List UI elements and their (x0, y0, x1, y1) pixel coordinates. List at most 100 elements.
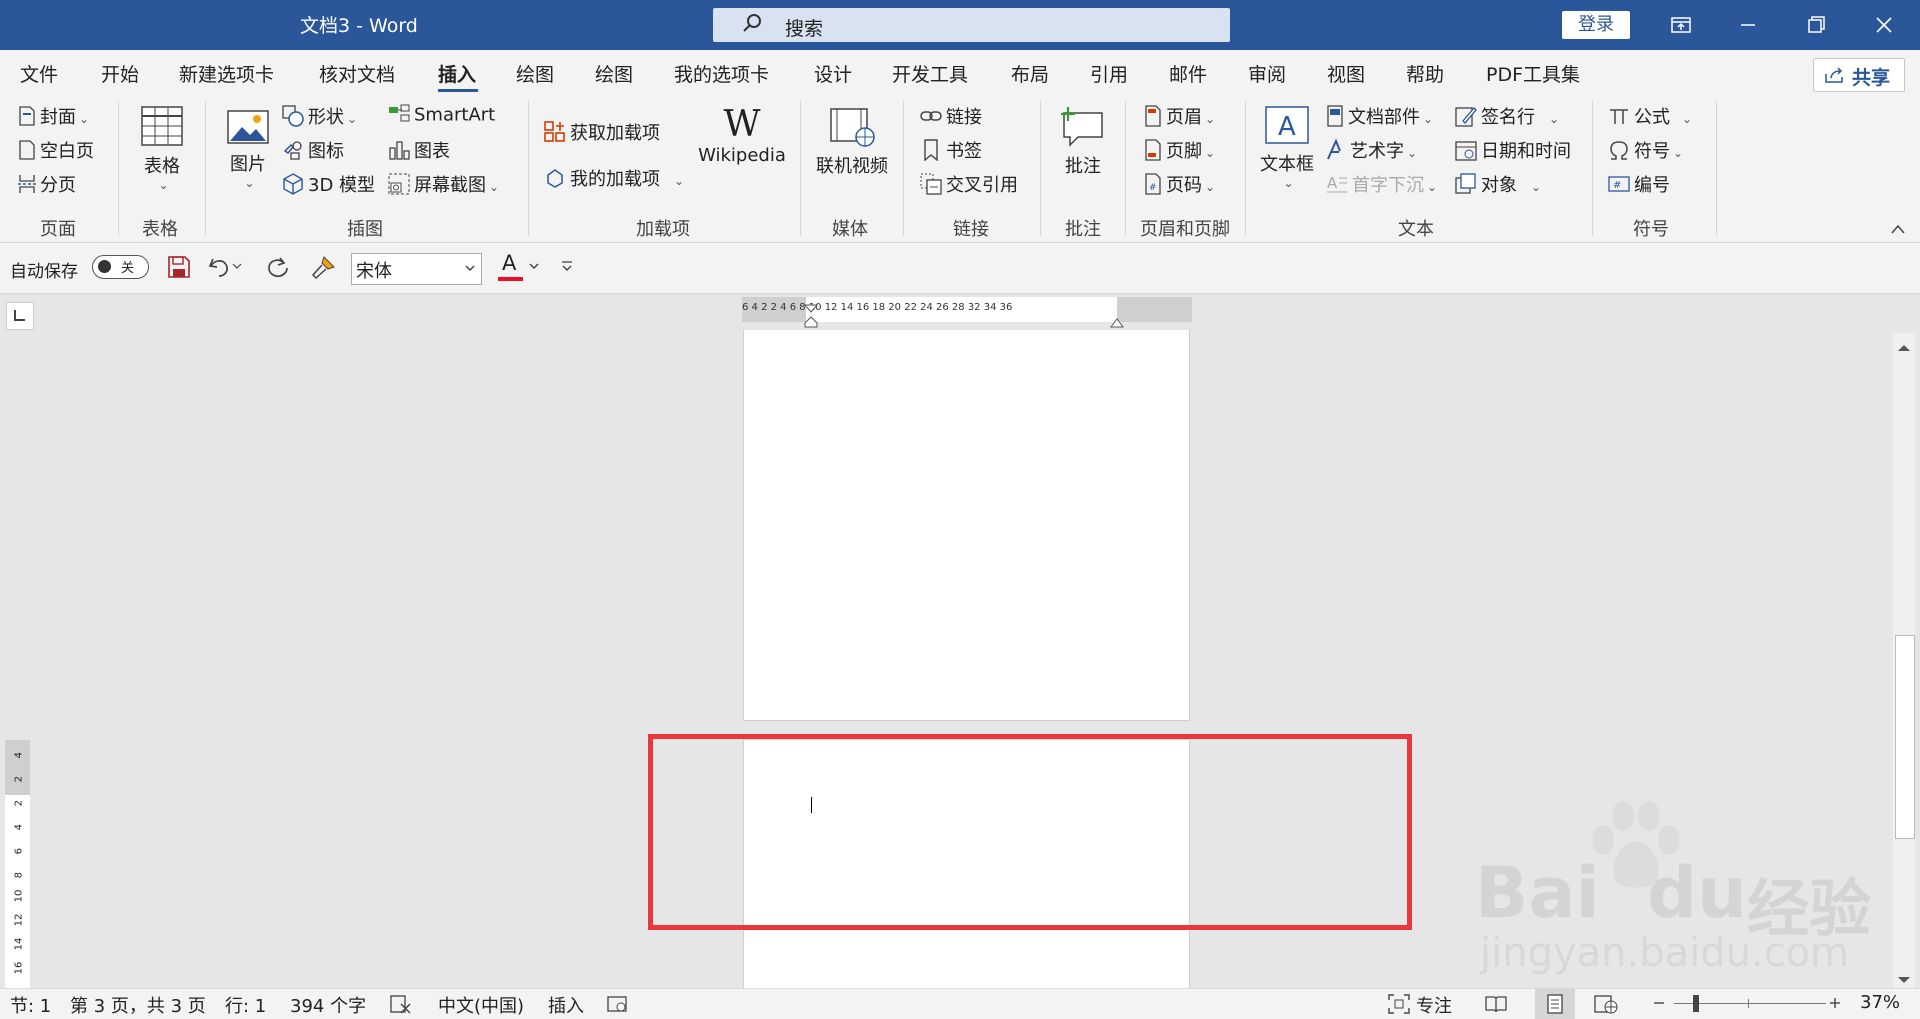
ribbon-display-options-icon[interactable] (1660, 10, 1700, 40)
tab-help[interactable]: 帮助 (1406, 60, 1444, 87)
close-icon[interactable] (1864, 10, 1904, 40)
proofing-icon[interactable] (390, 994, 412, 1019)
login-button[interactable]: 登录 (1562, 11, 1630, 39)
tab-view[interactable]: 视图 (1327, 60, 1365, 87)
signature-line-button[interactable]: 签名行 ⌄ (1455, 103, 1559, 132)
section-indicator[interactable]: 节: 1 (10, 992, 51, 1018)
group-label-header-footer: 页眉和页脚 (1140, 219, 1230, 240)
tab-new-tab[interactable]: 新建选项卡 (179, 60, 274, 87)
page-indicator[interactable]: 第 3 页，共 3 页 (70, 992, 206, 1018)
cover-page-button[interactable]: 封面 ⌄ (18, 103, 89, 131)
wikipedia-button[interactable]: W Wikipedia (698, 105, 786, 167)
page-number-button[interactable]: # 页码 ⌄ (1144, 171, 1215, 200)
vertical-ruler[interactable]: 4 2 2 4 6 8 10 12 14 16 (5, 740, 30, 988)
horizontal-ruler[interactable]: 6 4 2 2 4 6 8 10 12 14 16 18 20 22 24 26… (742, 297, 1192, 328)
document-page[interactable] (743, 330, 1190, 721)
online-video-icon (829, 108, 875, 152)
equation-button[interactable]: 公式 ⌄ (1608, 103, 1692, 131)
cross-reference-button[interactable]: 交叉引用 (920, 171, 1018, 200)
header-label: 页眉 (1166, 107, 1202, 128)
smartart-button[interactable]: SmartArt (388, 103, 495, 128)
link-button[interactable]: 链接 (920, 103, 982, 130)
tab-selector[interactable] (6, 302, 34, 330)
screenshot-label: 屏幕截图 (414, 175, 486, 196)
tab-mailings[interactable]: 邮件 (1169, 60, 1207, 87)
icons-button[interactable]: 图标 (282, 137, 344, 166)
tab-insert[interactable]: 插入 (438, 60, 476, 87)
save-icon[interactable] (167, 255, 191, 284)
font-color-swatch (498, 277, 523, 281)
focus-mode-label[interactable]: 专注 (1416, 992, 1452, 1018)
macro-record-icon[interactable] (607, 994, 629, 1019)
3d-models-label: 3D 模型 (308, 175, 376, 196)
tab-layout[interactable]: 布局 (1011, 60, 1049, 87)
customize-toolbar-icon[interactable] (560, 257, 574, 279)
shapes-button[interactable]: 形状 ⌄ (282, 103, 357, 132)
bookmark-button[interactable]: 书签 (920, 137, 982, 166)
undo-icon[interactable] (207, 255, 243, 284)
font-color-button[interactable]: A (498, 251, 524, 281)
tab-design[interactable]: 设计 (814, 60, 852, 87)
hanging-indent-marker[interactable] (804, 311, 818, 333)
pictures-button[interactable]: 图片 ⌄ (224, 109, 272, 190)
autosave-toggle[interactable]: 关 (92, 255, 149, 279)
restore-icon[interactable] (1796, 10, 1836, 40)
web-layout-icon[interactable] (1594, 994, 1618, 1019)
tab-draw-2[interactable]: 绘图 (595, 60, 633, 87)
table-button[interactable]: 表格 ⌄ (138, 105, 186, 192)
wordart-button[interactable]: 艺术字 ⌄ (1326, 137, 1417, 166)
screenshot-button[interactable]: 屏幕截图 ⌄ (388, 171, 499, 200)
blank-page-button[interactable]: 空白页 (18, 137, 94, 165)
quick-parts-button[interactable]: 文档部件 ⌄ (1326, 103, 1433, 132)
3d-models-button[interactable]: 3D 模型 (282, 171, 375, 200)
font-color-dropdown-icon[interactable] (528, 257, 540, 279)
read-mode-icon[interactable] (1484, 994, 1508, 1019)
format-painter-icon[interactable] (310, 255, 336, 284)
tab-developer[interactable]: 开发工具 (892, 60, 968, 87)
line-indicator[interactable]: 行: 1 (225, 992, 266, 1018)
tab-review[interactable]: 审阅 (1248, 60, 1286, 87)
font-selector[interactable]: 宋体 (351, 253, 482, 285)
scroll-up-icon[interactable] (1896, 337, 1912, 359)
print-layout-button[interactable] (1535, 989, 1575, 1019)
tab-file[interactable]: 文件 (20, 60, 58, 87)
tab-pdf-tools[interactable]: PDF工具集 (1486, 60, 1580, 87)
page-break-button[interactable]: 分页 (18, 171, 76, 199)
page-break-label: 分页 (40, 175, 76, 196)
tab-my-tab[interactable]: 我的选项卡 (674, 60, 769, 87)
tab-proofing[interactable]: 核对文档 (319, 60, 395, 87)
zoom-in-icon[interactable] (1828, 993, 1842, 1018)
header-button[interactable]: 页眉 ⌄ (1144, 103, 1215, 132)
get-addins-button[interactable]: 获取加载项 (544, 119, 660, 148)
search-box[interactable]: 搜索 (713, 8, 1230, 42)
word-count[interactable]: 394 个字 (290, 992, 366, 1018)
zoom-level[interactable]: 37% (1860, 992, 1900, 1013)
minimize-icon[interactable] (1728, 10, 1768, 40)
my-addins-button[interactable]: 我的加载项 ⌄ (544, 165, 684, 194)
tab-draw[interactable]: 绘图 (516, 60, 554, 87)
online-video-button[interactable]: 联机视频 (814, 107, 890, 178)
focus-icon[interactable] (1388, 994, 1410, 1019)
share-button[interactable]: 共享 (1813, 58, 1905, 92)
footer-button[interactable]: 页脚 ⌄ (1144, 137, 1215, 166)
right-indent-marker[interactable] (1110, 311, 1124, 333)
tab-references[interactable]: 引用 (1090, 60, 1128, 87)
number-button[interactable]: # 编号 (1608, 171, 1670, 199)
drop-cap-button[interactable]: A 首字下沉 ⌄ (1326, 171, 1437, 200)
date-time-button[interactable]: 日期和时间 (1455, 137, 1571, 166)
zoom-slider-thumb[interactable] (1693, 995, 1699, 1012)
chart-button[interactable]: 图表 (388, 137, 450, 165)
language-indicator[interactable]: 中文(中国) (438, 992, 524, 1018)
symbol-button[interactable]: 符号 ⌄ (1608, 137, 1683, 166)
scrollbar-thumb[interactable] (1895, 635, 1915, 839)
collapse-ribbon-icon[interactable] (1890, 219, 1906, 240)
text-box-button[interactable]: A 文本框 ⌄ (1258, 105, 1316, 190)
new-comment-button[interactable]: 批注 (1058, 105, 1108, 178)
blank-page-label: 空白页 (40, 141, 94, 162)
tab-home[interactable]: 开始 (101, 60, 139, 87)
insert-mode-indicator[interactable]: 插入 (548, 992, 584, 1018)
redo-icon[interactable] (266, 255, 290, 284)
smartart-label: SmartArt (414, 104, 496, 126)
object-button[interactable]: 对象 ⌄ (1455, 171, 1541, 200)
zoom-out-icon[interactable] (1652, 993, 1666, 1018)
